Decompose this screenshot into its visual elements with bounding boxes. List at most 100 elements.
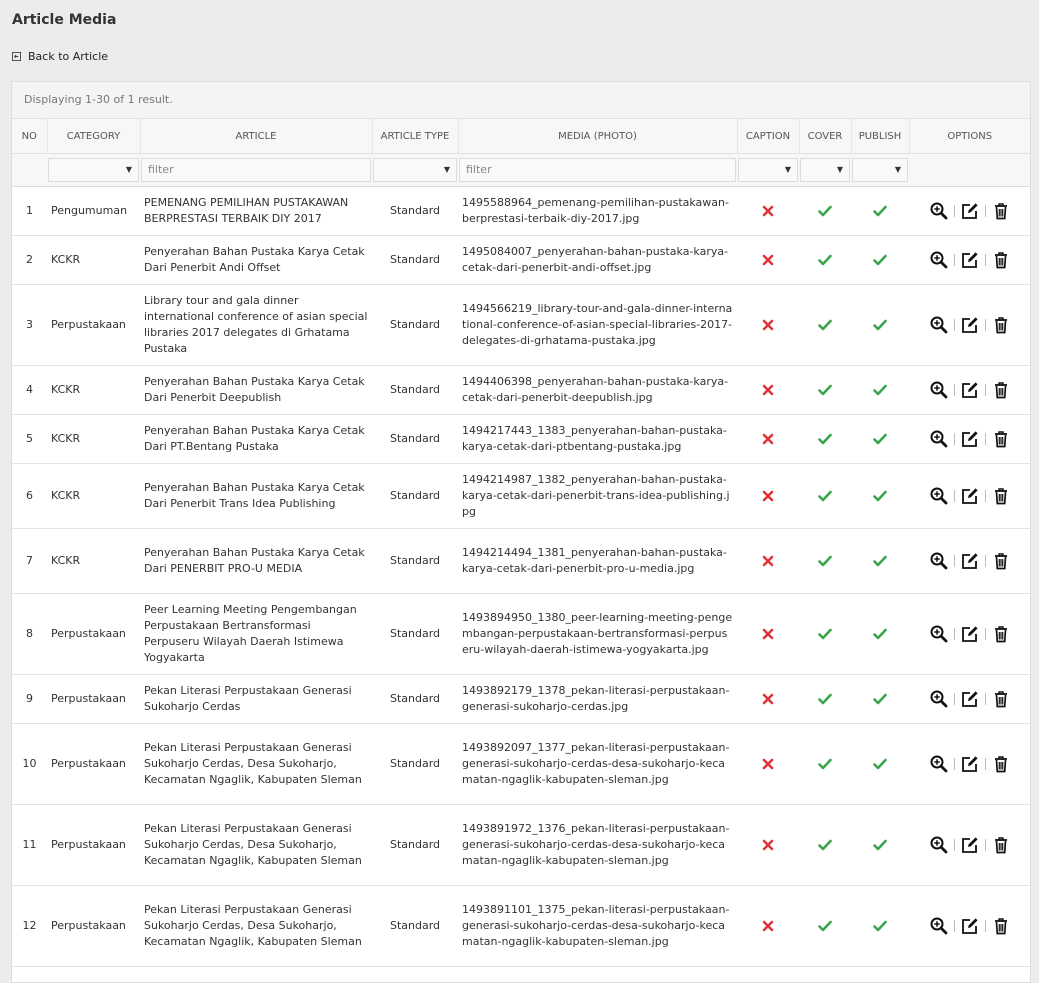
cross-icon[interactable] [762,383,774,396]
trash-icon[interactable] [986,834,1016,856]
check-icon[interactable] [818,692,832,705]
col-header-publish[interactable]: PUBLISH [851,119,910,154]
category-filter-select[interactable]: ▼ [48,158,139,182]
zoom-view-icon[interactable] [924,550,954,572]
cross-icon[interactable] [762,627,774,640]
row-number: 9 [12,674,47,724]
zoom-view-icon[interactable] [924,485,954,507]
table-row: 8 Perpustakaan Peer Learning Meeting Penge… [12,593,1030,675]
col-header-media[interactable]: MEDIA (PHOTO) [458,119,738,154]
check-icon[interactable] [873,627,887,640]
zoom-view-icon[interactable] [924,249,954,271]
col-header-article-type[interactable]: ARTICLE TYPE [372,119,459,154]
col-header-article[interactable]: ARTICLE [140,119,373,154]
media-table: NO CATEGORY ARTICLE ARTICLE TYPE MEDIA (… [12,119,1030,967]
check-icon[interactable] [873,919,887,932]
row-media-filename: 1493892179_1378_pekan-literasi-perpustak… [458,674,737,724]
cross-icon[interactable] [762,919,774,932]
trash-icon[interactable] [986,485,1016,507]
check-icon[interactable] [818,432,832,445]
check-icon[interactable] [873,318,887,331]
zoom-view-icon[interactable] [924,834,954,856]
zoom-view-icon[interactable] [924,753,954,775]
check-icon[interactable] [818,757,832,770]
trash-icon[interactable] [986,915,1016,937]
zoom-view-icon[interactable] [924,379,954,401]
check-icon[interactable] [873,204,887,217]
zoom-view-icon[interactable] [924,623,954,645]
check-icon[interactable] [818,204,832,217]
cross-icon[interactable] [762,757,774,770]
col-header-cover[interactable]: COVER [799,119,852,154]
cover-filter-select[interactable]: ▼ [800,158,850,182]
trash-icon[interactable] [986,623,1016,645]
zoom-view-icon[interactable] [924,688,954,710]
check-icon[interactable] [873,383,887,396]
table-row: 10 Perpustakaan Pekan Literasi Perpustakaa… [12,723,1030,805]
trash-icon[interactable] [986,688,1016,710]
edit-icon[interactable] [955,485,985,507]
zoom-view-icon[interactable] [924,915,954,937]
publish-filter-select[interactable]: ▼ [852,158,908,182]
trash-icon[interactable] [986,379,1016,401]
check-icon[interactable] [818,383,832,396]
edit-icon[interactable] [955,249,985,271]
zoom-view-icon[interactable] [924,428,954,450]
back-to-article-link[interactable]: Back to Article [12,50,108,63]
check-icon[interactable] [873,554,887,567]
trash-icon[interactable] [986,550,1016,572]
edit-icon[interactable] [955,623,985,645]
trash-icon[interactable] [986,314,1016,336]
article-type-filter-select[interactable]: ▼ [373,158,457,182]
trash-icon[interactable] [986,428,1016,450]
row-article-type: Standard [372,186,458,236]
check-icon[interactable] [818,554,832,567]
check-icon[interactable] [873,432,887,445]
trash-icon[interactable] [986,200,1016,222]
check-icon[interactable] [818,838,832,851]
cross-icon[interactable] [762,554,774,567]
edit-icon[interactable] [955,428,985,450]
cross-icon[interactable] [762,253,774,266]
edit-icon[interactable] [955,314,985,336]
edit-icon[interactable] [955,379,985,401]
check-icon[interactable] [873,253,887,266]
row-article-title: PEMENANG PEMILIHAN PUSTAKAWAN BERPRESTAS… [140,186,372,236]
caption-filter-select[interactable]: ▼ [738,158,798,182]
edit-icon[interactable] [955,915,985,937]
media-grid-panel: Displaying 1-30 of 1 result. NO CATEGORY… [11,81,1031,983]
zoom-view-icon[interactable] [924,314,954,336]
cross-icon[interactable] [762,838,774,851]
trash-icon[interactable] [986,753,1016,775]
check-icon[interactable] [818,627,832,640]
check-icon[interactable] [873,489,887,502]
row-category: Perpustakaan [47,723,140,805]
edit-icon[interactable] [955,550,985,572]
col-header-category[interactable]: CATEGORY [47,119,141,154]
col-header-caption[interactable]: CAPTION [737,119,800,154]
row-number: 10 [12,723,47,805]
cross-icon[interactable] [762,432,774,445]
zoom-view-icon[interactable] [924,200,954,222]
check-icon[interactable] [818,489,832,502]
check-icon[interactable] [818,253,832,266]
cross-icon[interactable] [762,489,774,502]
check-icon[interactable] [818,919,832,932]
check-icon[interactable] [873,838,887,851]
check-icon[interactable] [873,692,887,705]
article-filter-input[interactable]: filter [141,158,371,182]
row-article-type: Standard [372,284,458,366]
row-number: 5 [12,414,47,464]
table-row: 6 KCKR Penyerahan Bahan Pustaka Karya Ceta… [12,463,1030,529]
check-icon[interactable] [818,318,832,331]
edit-icon[interactable] [955,688,985,710]
edit-icon[interactable] [955,200,985,222]
edit-icon[interactable] [955,753,985,775]
edit-icon[interactable] [955,834,985,856]
cross-icon[interactable] [762,692,774,705]
cross-icon[interactable] [762,318,774,331]
media-filter-input[interactable]: filter [459,158,736,182]
cross-icon[interactable] [762,204,774,217]
trash-icon[interactable] [986,249,1016,271]
check-icon[interactable] [873,757,887,770]
